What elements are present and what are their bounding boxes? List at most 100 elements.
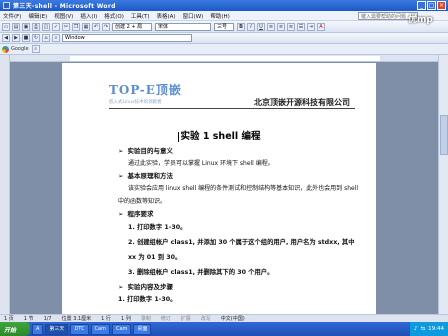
copy-icon[interactable]: ❐ [72, 22, 80, 31]
close-button[interactable]: × [437, 1, 446, 10]
status-ovr[interactable]: 改写 [201, 315, 211, 322]
google-search-icon[interactable]: ⌕ [31, 45, 40, 53]
new-icon[interactable]: ▭ [2, 22, 10, 31]
open-icon[interactable]: ▤ [12, 22, 20, 31]
menu-tools[interactable]: 工具(T) [131, 12, 150, 20]
menu-edit[interactable]: 编辑(E) [28, 12, 47, 20]
menu-bar: 文件(F) 编辑(E) 视图(V) 插入(I) 格式(O) 工具(T) 表格(A… [0, 11, 448, 21]
status-rec[interactable]: 录制 [141, 315, 151, 322]
status-bar: 1 页 1 节 1/7 位置 3.1厘米 1 行 1 列 录制 修订 扩展 改写… [0, 314, 448, 322]
menu-format[interactable]: 格式(O) [104, 12, 124, 20]
home-icon[interactable]: ⌂ [42, 34, 50, 42]
cut-icon[interactable]: ✂ [62, 22, 70, 31]
align-right-icon[interactable]: ≡ [287, 22, 295, 31]
volume-icon[interactable]: ♪ [414, 326, 418, 332]
menu-help[interactable]: 帮助(H) [210, 12, 229, 20]
scroll-thumb[interactable] [440, 115, 448, 155]
section-heading: ➢ 基本原理和方法 [118, 172, 173, 180]
bold-button[interactable]: B [237, 22, 245, 31]
company-name: 北京顶嵌开源科技有限公司 [254, 98, 350, 107]
minimize-button[interactable]: _ [417, 1, 426, 10]
taskbar-button[interactable]: A [32, 323, 44, 335]
menu-file[interactable]: 文件(F) [3, 12, 21, 20]
search-icon[interactable]: ⌕ [52, 34, 60, 42]
font-color-icon[interactable]: A [317, 22, 325, 31]
menu-table[interactable]: 表格(A) [157, 12, 176, 20]
stop-icon[interactable]: ■ [22, 34, 30, 42]
status-section: 1 节 [23, 316, 34, 322]
document-page[interactable]: TOP-E顶嵌 嵌入式Linux技术的领跑者 北京顶嵌开源科技有限公司 实验 1… [62, 63, 376, 314]
network-icon[interactable]: ⇆ [421, 326, 426, 332]
google-icon [2, 45, 9, 53]
section-heading: ➢ 实验目的与意义 [118, 147, 173, 155]
window-title: 第三天-shell - Microsoft Word [13, 3, 116, 10]
document-area: TOP-E顶嵌 嵌入式Linux技术的领跑者 北京顶嵌开源科技有限公司 实验 1… [0, 55, 448, 314]
status-ext[interactable]: 扩展 [181, 315, 191, 322]
web-toolbar: ◀ ▶ ■ ↻ ⌂ ⌕ Window [0, 33, 448, 44]
body-text: 通过此实验，学员可以掌握 Linux 环境下 shell 编程。 [128, 160, 274, 167]
vertical-scrollbar[interactable] [438, 55, 448, 314]
indent-icon[interactable]: ⇥ [307, 22, 315, 31]
menu-window[interactable]: 窗口(W) [183, 12, 204, 20]
font-size-select[interactable]: 三号 [214, 22, 234, 31]
status-position: 位置 3.1厘米 [61, 316, 92, 322]
status-col: 1 列 [120, 316, 131, 322]
maximize-button[interactable]: □ [427, 1, 436, 10]
system-tray: ♪ ⇆ 19:44 [410, 322, 448, 336]
doc-title-text: 实验 1 shell 编程 [180, 131, 261, 142]
body-text: 该实验会应用 linux shell 编程的条件测试和控制结构等基本知识，此外也… [128, 185, 359, 192]
taskbar-button-word[interactable]: 第三天 [45, 323, 69, 335]
logo-slogan: 嵌入式Linux技术的领跑者 [109, 100, 162, 105]
requirement-item: xx 为 01 到 30。 [128, 254, 182, 261]
section-heading: ➢ 程序要求 [118, 210, 154, 218]
address-select[interactable]: Window [62, 34, 192, 42]
word-app-icon[interactable] [3, 2, 10, 9]
forward-icon[interactable]: ▶ [12, 34, 20, 42]
taskbar: 开始 A 第三天 DTC Cam Cam 桌面 ♪ ⇆ 19:44 [0, 322, 448, 336]
status-line: 1 行 [101, 316, 111, 322]
start-button[interactable]: 开始 [0, 322, 30, 336]
horizontal-ruler[interactable] [10, 55, 438, 62]
menu-insert[interactable]: 插入(I) [80, 12, 97, 20]
print-icon[interactable]: ⎙ [32, 22, 40, 31]
menu-view[interactable]: 视图(V) [54, 12, 73, 20]
preview-icon[interactable]: ◫ [42, 22, 50, 31]
company-logo: TOP-E顶嵌 嵌入式Linux技术的领跑者 [109, 81, 189, 107]
back-icon[interactable]: ◀ [2, 34, 10, 42]
taskbar-button[interactable]: 桌面 [133, 323, 152, 335]
paste-icon[interactable]: ▦ [82, 22, 90, 31]
logo-text: TOP-E顶嵌 [109, 83, 182, 97]
header-rule [109, 108, 355, 109]
requirement-item: 1. 打印数字 1-30。 [128, 224, 187, 231]
google-label: Google [11, 46, 29, 52]
redo-icon[interactable]: ↷ [102, 22, 110, 31]
google-toolbar: Google ⌕ [0, 44, 448, 55]
underline-button[interactable]: U [257, 22, 265, 31]
list-icon[interactable]: ☰ [297, 22, 305, 31]
style-select[interactable]: 创建 2 + 局 [112, 22, 152, 31]
google-bar[interactable]: Google [2, 45, 29, 53]
standard-toolbar: ▭ ▤ ▣ ⎙ ◫ ✓ ✂ ❐ ▦ ↶ ↷ 创建 2 + 局 宋体 三号 B I… [0, 21, 448, 33]
spell-icon[interactable]: ✓ [52, 22, 60, 31]
requirement-item: 3. 删除组帐户 class1, 并删除其下的 30 个用户。 [128, 269, 274, 276]
requirement-item: 2. 创建组帐户 class1, 并添加 30 个属于这个组的用户, 用户名为 … [128, 239, 355, 246]
step-item: 1. 打印数字 1-30。 [118, 296, 177, 303]
clock[interactable]: 19:44 [428, 326, 444, 332]
status-trk[interactable]: 修订 [161, 315, 171, 322]
taskbar-button[interactable]: DTC [70, 323, 89, 335]
italic-button[interactable]: I [247, 22, 255, 31]
refresh-icon[interactable]: ↻ [32, 34, 40, 42]
text-cursor [177, 131, 179, 142]
status-page: 1 页 [4, 316, 14, 322]
font-select[interactable]: 宋体 [155, 22, 211, 31]
body-text: 中的函数等知识。 [118, 198, 167, 205]
window-controls: _ □ × [417, 1, 446, 10]
align-center-icon[interactable]: ≡ [277, 22, 285, 31]
undo-icon[interactable]: ↶ [92, 22, 100, 31]
taskbar-button[interactable]: Cam [90, 323, 110, 335]
taskbar-button[interactable]: Cam [111, 323, 132, 335]
align-left-icon[interactable]: ≡ [267, 22, 275, 31]
format-group: B I U ≡ ≡ ≡ ☰ ⇥ A [237, 22, 327, 31]
save-icon[interactable]: ▣ [22, 22, 30, 31]
status-lang: 中文(中国) [220, 316, 245, 322]
